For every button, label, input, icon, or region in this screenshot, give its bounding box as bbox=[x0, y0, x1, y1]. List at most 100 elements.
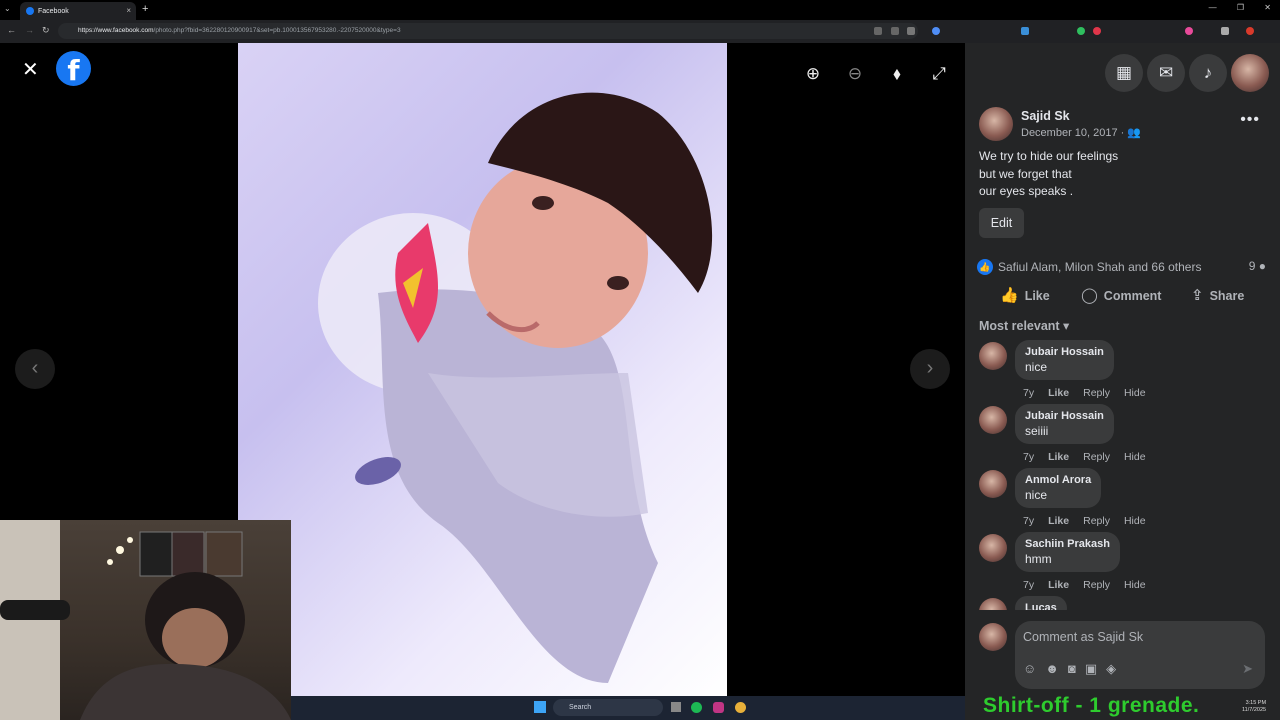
gif-icon[interactable]: ▣ bbox=[1085, 661, 1097, 676]
tab-close-icon[interactable]: × bbox=[126, 6, 131, 15]
facebook-logo-icon[interactable]: f bbox=[56, 51, 91, 87]
comment-hide-button[interactable]: Hide bbox=[1124, 515, 1146, 527]
comment-hide-button[interactable]: Hide bbox=[1124, 579, 1146, 591]
comment-meta: 7y Like Reply Hide bbox=[1023, 515, 1160, 527]
comment-button[interactable]: ◯ Comment bbox=[1081, 281, 1161, 311]
comment-composer[interactable]: Comment as Sajid Sk ☺ ☻ ◙ ▣ ◈ ➤ bbox=[1015, 621, 1265, 689]
comment-reply-button[interactable]: Reply bbox=[1083, 515, 1110, 527]
comment-item: Anmol Arora nice 7y Like Reply Hide bbox=[965, 468, 1280, 532]
tab-facebook[interactable]: Facebook × bbox=[20, 2, 136, 20]
commenter-avatar[interactable] bbox=[979, 534, 1007, 562]
comment-hide-button[interactable]: Hide bbox=[1124, 451, 1146, 463]
like-reaction-icon: 👍 bbox=[977, 259, 993, 275]
taskbar-search[interactable]: Search bbox=[553, 699, 663, 716]
comment-like-button[interactable]: Like bbox=[1048, 515, 1069, 527]
clock-date: 11/7/2025 bbox=[1242, 707, 1267, 713]
share-button[interactable]: ⇪ Share bbox=[1191, 281, 1244, 311]
windows-start-icon[interactable] bbox=[534, 701, 546, 713]
bookmark-star-icon[interactable] bbox=[907, 27, 915, 35]
reactions-summary[interactable]: 👍 Safiul Alam, Milon Shah and 66 others bbox=[977, 259, 1201, 275]
camera-icon[interactable]: ◙ bbox=[1068, 661, 1076, 676]
comment-like-button[interactable]: Like bbox=[1048, 451, 1069, 463]
post-date[interactable]: December 10, 2017 · 👥 bbox=[1021, 126, 1141, 139]
tag-icon[interactable]: ⬧ bbox=[884, 61, 910, 87]
window-controls: — ❐ ✕ bbox=[1200, 3, 1280, 12]
messenger-icon[interactable]: ✉ bbox=[1147, 54, 1185, 92]
app-icon[interactable] bbox=[713, 702, 724, 713]
minimize-icon[interactable]: — bbox=[1209, 3, 1217, 12]
comment-bubble: Lucas bbox=[1015, 596, 1067, 610]
thumbs-up-icon: 👍 bbox=[1000, 287, 1019, 304]
extension-icon[interactable] bbox=[1185, 27, 1193, 35]
commenter-name[interactable]: Lucas bbox=[1025, 602, 1057, 610]
comment-sort-dropdown[interactable]: Most relevant ▾ bbox=[979, 318, 1069, 333]
composer-avatar[interactable] bbox=[979, 623, 1007, 651]
sticker-icon[interactable]: ◈ bbox=[1106, 661, 1116, 676]
comment-age[interactable]: 7y bbox=[1023, 579, 1034, 591]
comment-like-button[interactable]: Like bbox=[1048, 579, 1069, 591]
forward-icon[interactable]: → bbox=[25, 25, 34, 35]
comment-bubble: Jubair Hossain seiiii bbox=[1015, 404, 1114, 444]
commenter-name[interactable]: Jubair Hossain bbox=[1025, 346, 1104, 358]
more-options-icon[interactable]: ••• bbox=[1240, 111, 1260, 129]
post-author[interactable]: Sajid Sk bbox=[1021, 109, 1070, 123]
cast-icon[interactable] bbox=[874, 27, 882, 35]
extension-icon[interactable] bbox=[1093, 27, 1101, 35]
comment-hide-button[interactable]: Hide bbox=[1124, 387, 1146, 399]
zoom-icon[interactable] bbox=[891, 27, 899, 35]
commenter-avatar[interactable] bbox=[979, 406, 1007, 434]
comment-meta: 7y Like Reply Hide bbox=[1023, 451, 1160, 463]
new-tab-button[interactable]: + bbox=[142, 3, 148, 15]
previous-photo-button[interactable]: ‹ bbox=[15, 349, 55, 389]
window-close-icon[interactable]: ✕ bbox=[1264, 3, 1271, 12]
emoji-icon[interactable]: ☻ bbox=[1045, 661, 1059, 676]
menu-grid-icon[interactable]: ▦ bbox=[1105, 54, 1143, 92]
back-icon[interactable]: ← bbox=[7, 25, 16, 35]
comment-reply-button[interactable]: Reply bbox=[1083, 451, 1110, 463]
extension-icon[interactable] bbox=[1021, 27, 1029, 35]
edit-button[interactable]: Edit bbox=[979, 208, 1024, 238]
comment-age[interactable]: 7y bbox=[1023, 387, 1034, 399]
avatar-sticker-icon[interactable]: ☺ bbox=[1023, 661, 1036, 676]
commenter-name[interactable]: Anmol Arora bbox=[1025, 474, 1091, 486]
share-label: Share bbox=[1209, 289, 1245, 303]
zoom-in-icon[interactable]: ⊕ bbox=[800, 61, 826, 87]
maximize-icon[interactable]: ❐ bbox=[1237, 3, 1244, 12]
comment-input[interactable]: Comment as Sajid Sk bbox=[1023, 630, 1143, 644]
commenter-name[interactable]: Sachiin Prakash bbox=[1025, 538, 1110, 550]
fullscreen-icon[interactable]: ⤢ bbox=[926, 61, 952, 87]
profile-icon[interactable] bbox=[1246, 27, 1254, 35]
zoom-out-icon[interactable]: ⊖ bbox=[842, 61, 868, 87]
url-domain: https://www.facebook.com bbox=[78, 27, 154, 34]
comment-age[interactable]: 7y bbox=[1023, 451, 1034, 463]
tab-search-icon[interactable]: ⌄ bbox=[4, 4, 11, 13]
notifications-bell-icon[interactable]: ♪ bbox=[1189, 54, 1227, 92]
close-viewer-icon[interactable]: ✕ bbox=[22, 57, 39, 82]
comment-count[interactable]: 9 ● bbox=[1249, 259, 1266, 273]
task-view-icon[interactable] bbox=[671, 702, 681, 712]
caption-line: We try to hide our feelings bbox=[979, 149, 1119, 163]
comment-age[interactable]: 7y bbox=[1023, 515, 1034, 527]
comment-like-button[interactable]: Like bbox=[1048, 387, 1069, 399]
system-clock[interactable]: 3:15 PM 11/7/2025 bbox=[1242, 700, 1266, 714]
comment-reply-button[interactable]: Reply bbox=[1083, 387, 1110, 399]
commenter-name[interactable]: Jubair Hossain bbox=[1025, 410, 1104, 422]
send-icon[interactable]: ➤ bbox=[1242, 661, 1253, 677]
url-path: /photo.php?fbid=362280120900917&set=pb.1… bbox=[153, 27, 401, 34]
extension-icon[interactable] bbox=[1077, 27, 1085, 35]
spotify-icon[interactable] bbox=[691, 702, 702, 713]
commenter-avatar[interactable] bbox=[979, 470, 1007, 498]
author-avatar[interactable] bbox=[979, 107, 1013, 141]
next-photo-button[interactable]: › bbox=[910, 349, 950, 389]
commenter-avatar[interactable] bbox=[979, 342, 1007, 370]
commenter-avatar[interactable] bbox=[979, 598, 1007, 610]
account-avatar[interactable] bbox=[1231, 54, 1269, 92]
reload-icon[interactable]: ↻ bbox=[42, 25, 50, 36]
extension-icon[interactable] bbox=[932, 27, 940, 35]
address-bar[interactable]: https://www.facebook.com/photo.php?fbid=… bbox=[58, 23, 918, 39]
comment-bubble: Sachiin Prakash hmm bbox=[1015, 532, 1120, 572]
comment-reply-button[interactable]: Reply bbox=[1083, 579, 1110, 591]
chrome-icon[interactable] bbox=[735, 702, 746, 713]
extensions-puzzle-icon[interactable] bbox=[1221, 27, 1229, 35]
like-button[interactable]: 👍 Like bbox=[1000, 281, 1050, 311]
